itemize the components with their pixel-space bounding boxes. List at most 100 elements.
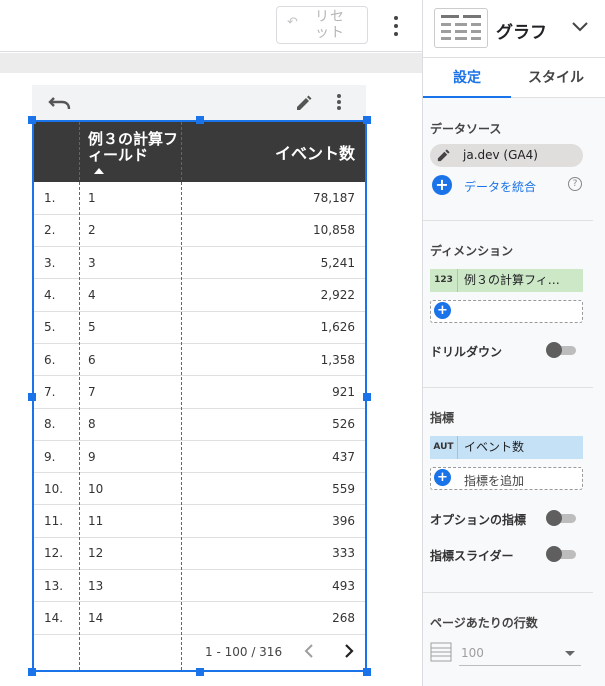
tab-setup[interactable]: 設定 <box>423 58 511 98</box>
metric-chip[interactable]: AUT イベント数 <box>430 436 583 459</box>
add-icon[interactable]: + <box>434 469 451 486</box>
dimension-cell: 1 <box>88 190 96 205</box>
chart-toolbar <box>32 85 366 120</box>
resize-handle[interactable] <box>196 668 204 676</box>
metric-cell: 526 <box>332 417 355 432</box>
pagination-range: 1 - 100 / 316 <box>205 645 283 659</box>
dimension-cell: 5 <box>88 320 96 335</box>
drilldown-label: ドリルダウン <box>430 345 503 359</box>
chevron-left-icon[interactable] <box>302 641 316 661</box>
properties-panel: グラフ 設定 スタイル データソース ja.dev (GA4) + データを統合… <box>422 0 605 686</box>
aggregation-type-icon: AUT <box>430 436 458 459</box>
table-row[interactable]: 1. 1 78,187 <box>34 182 365 215</box>
table-row[interactable]: 3. 3 5,241 <box>34 247 365 279</box>
resize-handle[interactable] <box>28 116 36 124</box>
table-row[interactable]: 5. 5 1,626 <box>34 311 365 344</box>
dimension-chip-label: 例３の計算フィ… <box>464 273 560 287</box>
help-icon[interactable]: ? <box>568 177 582 191</box>
metric-cell: 1,358 <box>320 352 355 367</box>
dimension-cell: 13 <box>88 578 104 593</box>
optional-metrics-row: オプションの指標 <box>430 509 580 529</box>
index-header <box>34 122 80 182</box>
pencil-icon[interactable] <box>436 148 451 163</box>
metric-cell: 268 <box>332 611 355 625</box>
row-index: 10. <box>44 481 64 496</box>
row-index: 6. <box>44 352 56 367</box>
dimension-chip[interactable]: 123 例３の計算フィ… <box>430 269 583 292</box>
resize-handle[interactable] <box>28 393 36 401</box>
data-table[interactable]: 例３の計算フィールド イベント数 1. 1 78,187 2. 2 10,858 3. 3 5,… <box>32 120 367 672</box>
tab-style[interactable]: スタイル <box>511 58 601 98</box>
dimension-cell: 2 <box>88 223 96 238</box>
dimension-cell: 8 <box>88 417 96 432</box>
table-row[interactable]: 13. 13 493 <box>34 570 365 602</box>
canvas-ruler <box>0 53 422 73</box>
resize-handle[interactable] <box>363 393 371 401</box>
table-row[interactable]: 7. 7 921 <box>34 376 365 409</box>
dimension-cell: 9 <box>88 449 96 464</box>
table-row[interactable]: 6. 6 1,358 <box>34 343 365 376</box>
chart-type-title: グラフ <box>496 23 547 43</box>
row-index: 9. <box>44 449 56 464</box>
chevron-down-icon[interactable] <box>571 20 589 34</box>
metric-slider-toggle[interactable] <box>546 546 576 562</box>
rows-icon <box>430 642 452 662</box>
add-icon[interactable]: + <box>432 175 452 195</box>
blend-data-link[interactable]: データを統合 <box>464 178 536 195</box>
resize-handle[interactable] <box>363 116 371 124</box>
pagination: 1 - 100 / 316 <box>34 635 365 670</box>
metric-cell: 437 <box>332 449 355 464</box>
optional-metrics-toggle[interactable] <box>546 510 576 526</box>
report-toolbar: ↶ リセット <box>0 0 422 52</box>
row-index: 4. <box>44 288 56 303</box>
table-row[interactable]: 14. 14 268 <box>34 602 365 635</box>
metric-cell: 921 <box>332 384 355 399</box>
table-row[interactable]: 12. 12 333 <box>34 537 365 570</box>
row-index: 12. <box>44 546 64 561</box>
row-index: 7. <box>44 384 56 399</box>
pencil-icon[interactable] <box>294 93 314 113</box>
table-row[interactable]: 4. 4 2,922 <box>34 279 365 312</box>
resize-handle[interactable] <box>196 116 204 124</box>
dimension-label: ディメンション <box>430 244 514 258</box>
table-chart-icon[interactable] <box>434 8 488 48</box>
chart-menu-icon[interactable] <box>336 94 342 112</box>
table-row[interactable]: 2. 2 10,858 <box>34 214 365 247</box>
divider <box>423 592 593 593</box>
resize-handle[interactable] <box>363 668 371 676</box>
reset-button[interactable]: ↶ リセット <box>276 6 368 44</box>
rows-per-page-value: 100 <box>461 646 484 660</box>
metric-cell: 78,187 <box>313 190 355 205</box>
dimension-cell: 14 <box>88 611 104 625</box>
dimension-cell: 11 <box>88 514 104 529</box>
undo-icon[interactable] <box>48 92 72 112</box>
table-row[interactable]: 10. 10 559 <box>34 473 365 505</box>
panel-header: グラフ <box>423 0 605 58</box>
sort-ascending-icon[interactable] <box>94 167 104 174</box>
metric-label: 指標 <box>430 411 455 425</box>
data-source-chip[interactable]: ja.dev (GA4) <box>430 144 583 167</box>
table-row[interactable]: 8. 8 526 <box>34 408 365 441</box>
dimension-header[interactable]: 例３の計算フィールド <box>80 122 182 182</box>
metric-slider-label: 指標スライダー <box>430 549 514 563</box>
rows-per-page-label: ページあたりの行数 <box>430 616 538 630</box>
metric-slider-row: 指標スライダー <box>430 545 580 565</box>
metric-header[interactable]: イベント数 <box>182 122 365 182</box>
chevron-right-icon[interactable] <box>342 641 356 661</box>
table-row[interactable]: 9. 9 437 <box>34 440 365 473</box>
more-options-icon[interactable] <box>387 12 405 38</box>
data-source-label: データソース <box>430 122 502 136</box>
metric-cell: 10,858 <box>313 223 355 238</box>
dimension-cell: 3 <box>88 255 96 270</box>
resize-handle[interactable] <box>28 668 36 676</box>
table-row[interactable]: 11. 11 396 <box>34 505 365 538</box>
add-metric-slot[interactable]: + 指標を追加 <box>430 467 583 490</box>
metric-cell: 333 <box>332 546 355 561</box>
row-index: 14. <box>44 611 64 625</box>
data-source-name: ja.dev (GA4) <box>463 148 538 162</box>
add-dimension-slot[interactable]: + <box>430 300 583 323</box>
rows-per-page-select[interactable]: 100 <box>459 642 581 666</box>
add-icon[interactable]: + <box>434 302 451 319</box>
metric-chip-label: イベント数 <box>464 440 525 454</box>
drilldown-toggle[interactable] <box>546 342 576 358</box>
